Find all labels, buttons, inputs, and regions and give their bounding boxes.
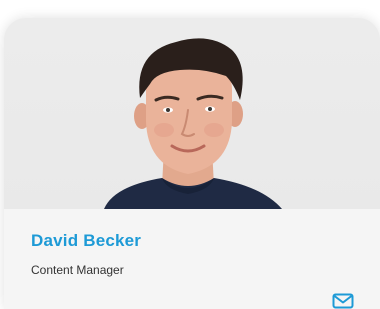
mail-icon[interactable] — [332, 293, 354, 309]
profile-role: Content Manager — [31, 263, 124, 277]
profile-photo — [4, 18, 380, 209]
person-photo-illustration — [104, 38, 282, 209]
profile-info: David Becker Content Manager — [4, 209, 380, 309]
profile-card: David Becker Content Manager — [4, 18, 380, 309]
profile-name: David Becker — [31, 231, 142, 250]
